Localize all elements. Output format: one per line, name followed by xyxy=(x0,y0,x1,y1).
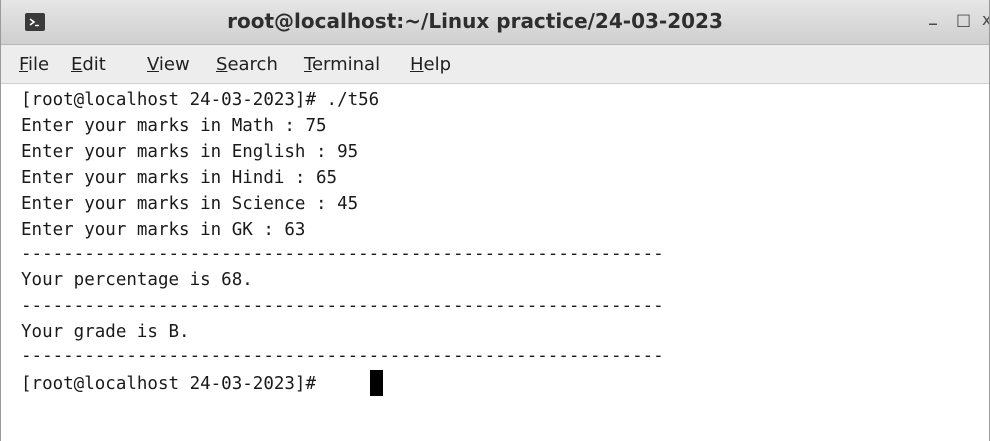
menu-edit-mnemonic: E xyxy=(71,54,83,75)
menu-bar: File Edit View Search Terminal Help xyxy=(1,45,989,84)
menu-help-mnemonic: H xyxy=(410,54,424,75)
menu-help-label: elp xyxy=(423,54,452,75)
terminal-prompt: [root@localhost 24-03-2023]# xyxy=(21,374,327,394)
menu-search[interactable]: Search xyxy=(216,54,278,75)
menu-file[interactable]: File xyxy=(19,54,49,75)
menu-terminal-label: erminal xyxy=(311,54,381,75)
separator-line: ----------------------------------------… xyxy=(21,244,664,264)
maximize-button[interactable]: □ xyxy=(956,10,971,29)
menu-edit[interactable]: Edit xyxy=(71,54,106,75)
terminal-line: Your grade is B. xyxy=(21,322,190,342)
terminal-line: Enter your marks in Math : 75 xyxy=(21,116,327,136)
menu-file-mnemonic: F xyxy=(19,54,29,75)
menu-search-label: earch xyxy=(227,54,278,75)
menu-terminal-mnemonic: T xyxy=(304,54,312,75)
terminal-line: Enter your marks in Hindi : 65 xyxy=(21,168,338,188)
terminal-line: Enter your marks in English : 95 xyxy=(21,142,359,162)
menu-terminal[interactable]: Terminal xyxy=(304,54,380,75)
menu-view-label: iew xyxy=(158,54,190,75)
menu-search-mnemonic: S xyxy=(216,54,228,75)
window-title: root@localhost:~/Linux practice/24-03-20… xyxy=(227,9,723,33)
menu-help[interactable]: Help xyxy=(410,54,451,75)
terminal-line: [root@localhost 24-03-2023]# ./t56 xyxy=(21,90,380,110)
text-cursor xyxy=(370,370,383,396)
terminal-line: Enter your marks in GK : 63 xyxy=(21,220,306,240)
separator-line: ----------------------------------------… xyxy=(21,346,664,366)
terminal-output[interactable]: [root@localhost 24-03-2023]# ./t56 Enter… xyxy=(1,84,989,441)
menu-view-mnemonic: V xyxy=(147,54,159,75)
terminal-line: Your percentage is 68. xyxy=(21,270,253,290)
separator-line: ----------------------------------------… xyxy=(21,296,664,316)
close-button[interactable]: x xyxy=(982,10,989,29)
title-bar[interactable]: root@localhost:~/Linux practice/24-03-20… xyxy=(1,0,989,45)
menu-edit-label: dit xyxy=(82,54,106,75)
terminal-line: Enter your marks in Science : 45 xyxy=(21,194,359,214)
menu-view[interactable]: View xyxy=(147,54,190,75)
menu-file-label: ile xyxy=(28,54,50,75)
minimize-button[interactable]: _ xyxy=(929,6,937,25)
